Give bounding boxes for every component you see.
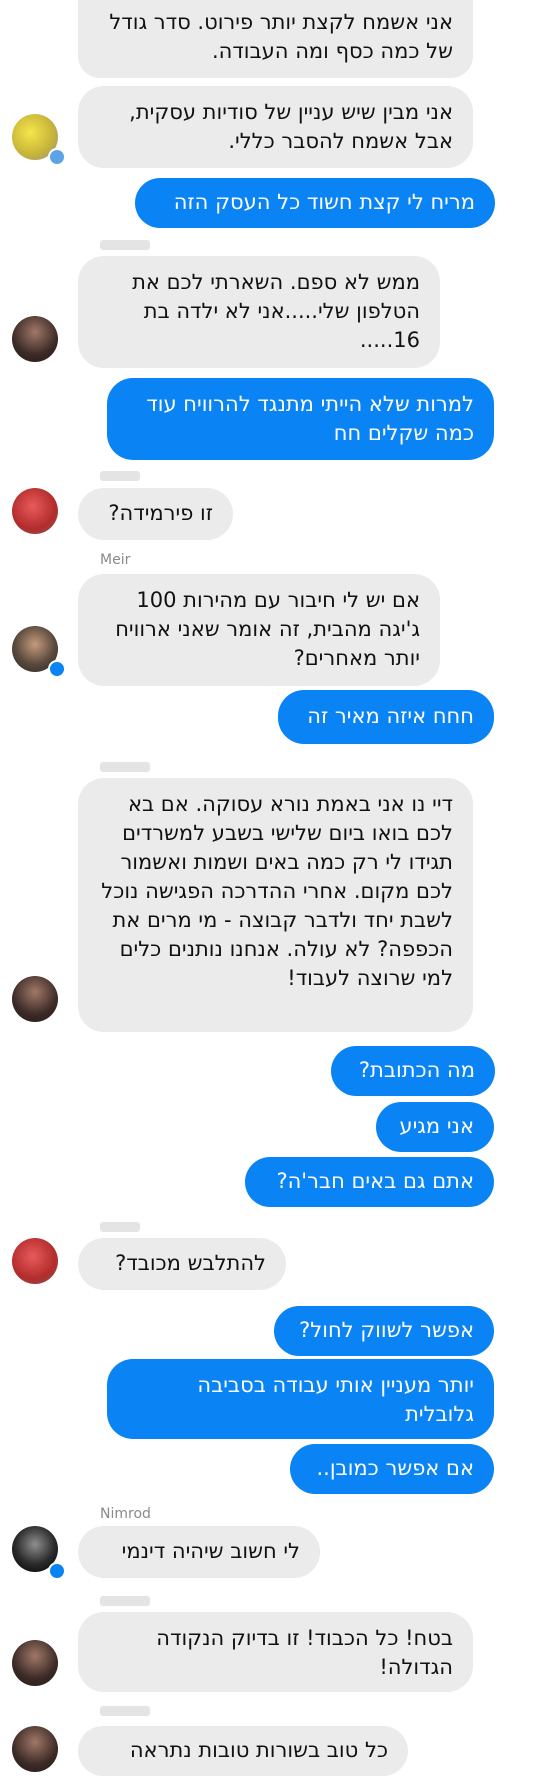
message-bubble[interactable]: לי חשוב שיהיה דינמי [78,1526,320,1578]
message-bubble[interactable]: מה הכתובת? [331,1046,495,1096]
avatar[interactable] [12,1726,58,1772]
avatar[interactable] [12,1238,58,1284]
message-bubble[interactable]: אפשר לשווק לחול? [274,1306,494,1356]
sender-name [100,240,150,250]
message-bubble[interactable]: ממש לא ספם. השארתי לכם את הטלפון שלי....… [78,256,440,368]
messenger-badge-icon [48,660,66,678]
avatar[interactable] [12,316,58,362]
message-bubble[interactable]: אני מגיע [376,1102,494,1152]
message-bubble[interactable]: אם אפשר כמובן.. [290,1444,494,1494]
message-bubble[interactable]: חחח איזה מאיר זה [278,690,494,744]
sender-name [100,1706,150,1716]
message-bubble[interactable]: יותר מעניין אותי עבודה בסביבה גלובלית [107,1359,494,1439]
message-bubble[interactable]: אני מבין שיש עניין של סודיות עסקית, אבל … [78,86,473,168]
message-bubble[interactable]: אתם גם באים חבר'ה? [245,1157,494,1207]
messenger-badge-icon [48,148,66,166]
message-bubble[interactable]: אני אשמח לקצת יותר פירוט. סדר גודל של כמ… [78,0,473,78]
avatar[interactable] [12,976,58,1022]
sender-name [100,1222,140,1232]
message-bubble[interactable]: דיי נו אני באמת נורא עסוקה. אם בא לכם בו… [78,778,473,1032]
message-bubble[interactable]: מריח לי קצת חשוד כל העסק הזה [135,178,495,228]
sender-name [100,471,140,481]
sender-name [100,1596,150,1606]
message-bubble[interactable]: זו פירמידה? [78,488,233,540]
message-bubble[interactable]: כל טוב בשורות טובות נתראה [78,1726,408,1776]
message-bubble[interactable]: בטח! כל הכבוד! זו בדיוק הנקודה הגדולה! [78,1612,473,1692]
message-bubble[interactable]: להתלבש מכובד? [78,1238,286,1290]
sender-name [100,762,150,772]
sender-name: Nimrod [100,1506,151,1522]
messenger-badge-icon [48,1562,66,1580]
message-bubble[interactable]: למרות שלא הייתי מתנגד להרוויח עוד כמה שק… [107,378,494,460]
avatar[interactable] [12,1640,58,1686]
avatar[interactable] [12,488,58,534]
sender-name: Meir [100,552,131,568]
message-bubble[interactable]: אם יש לי חיבור עם מהירות 100 ג'יגה מהבית… [78,574,440,686]
